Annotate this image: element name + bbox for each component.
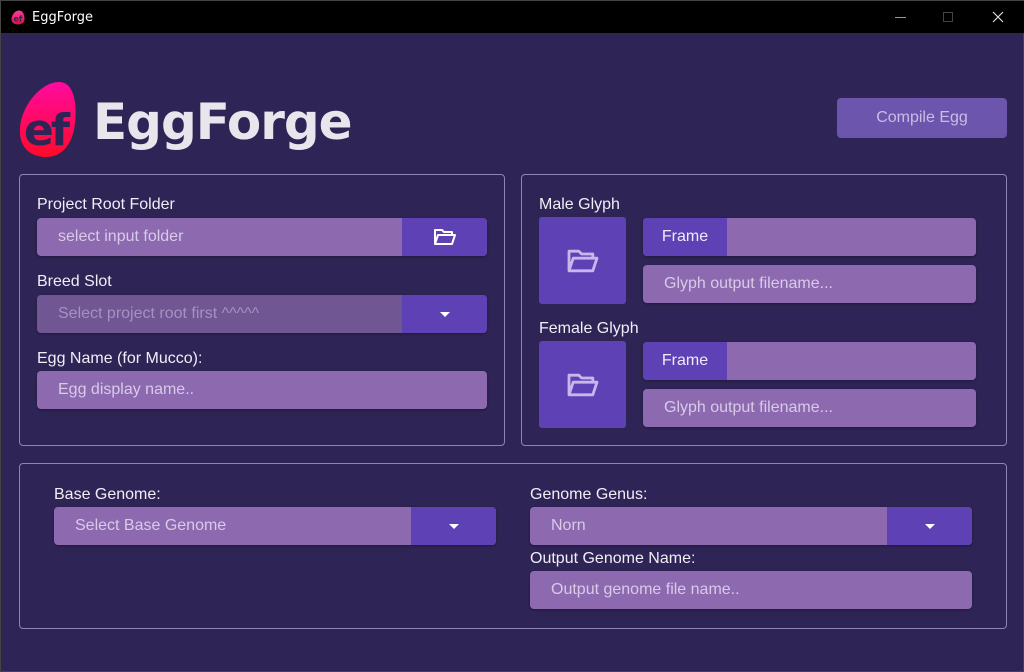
breed-slot-dropdown[interactable]: Select project root first ^^^^^ [37, 295, 487, 333]
app-logo: ef EggForge [19, 81, 353, 159]
male-glyph-output-input[interactable]: Glyph output filename... [643, 265, 976, 303]
female-glyph-browse-button[interactable] [539, 341, 626, 428]
minimize-icon [894, 16, 906, 18]
output-genome-name-placeholder: Output genome file name.. [551, 581, 740, 598]
male-frame-label: Frame [643, 218, 727, 256]
genome-genus-dropdown-button[interactable] [887, 507, 972, 545]
male-glyph-label: Male Glyph [539, 196, 620, 213]
maximize-button[interactable] [925, 1, 971, 33]
maximize-icon [943, 12, 953, 22]
folder-open-icon [433, 229, 456, 245]
breed-slot-value: Select project root first ^^^^^ [58, 305, 260, 322]
breed-slot-label: Breed Slot [37, 273, 112, 290]
female-frame-input[interactable]: Frame [643, 342, 976, 380]
egg-name-input[interactable]: Egg display name.. [37, 371, 487, 409]
compile-egg-button[interactable]: Compile Egg [837, 98, 1007, 138]
svg-text:ef: ef [14, 15, 23, 24]
genome-genus-value: Norn [551, 517, 586, 534]
female-glyph-output-placeholder: Glyph output filename... [664, 399, 833, 416]
caret-down-icon [448, 523, 459, 529]
folder-open-icon [567, 249, 598, 272]
window-title: EggForge [32, 10, 94, 25]
project-panel: Project Root Folder select input folder … [19, 174, 505, 446]
female-glyph-label: Female Glyph [539, 320, 639, 337]
female-glyph-output-input[interactable]: Glyph output filename... [643, 389, 976, 427]
minimize-button[interactable] [877, 1, 923, 33]
project-root-placeholder: select input folder [58, 228, 184, 245]
folder-open-icon [567, 373, 598, 396]
egg-name-label: Egg Name (for Mucco): [37, 350, 203, 367]
glyph-panel: Male Glyph Frame Glyph output filename..… [521, 174, 1007, 446]
title-bar: ef EggForge [1, 1, 1024, 33]
project-root-field[interactable]: select input folder [37, 218, 487, 256]
output-genome-name-label: Output Genome Name: [530, 550, 696, 567]
genome-genus-dropdown[interactable]: Norn [530, 507, 972, 545]
svg-text:ef: ef [24, 105, 71, 156]
project-root-label: Project Root Folder [37, 196, 175, 213]
breed-slot-dropdown-button[interactable] [402, 295, 487, 333]
genome-panel: Base Genome: Select Base Genome Genome G… [19, 463, 1007, 629]
base-genome-dropdown-button[interactable] [411, 507, 496, 545]
app-window: ef EggForge ef EggForge Compile Egg Proj… [0, 0, 1024, 672]
base-genome-value: Select Base Genome [75, 517, 227, 534]
female-frame-label: Frame [643, 342, 727, 380]
genome-genus-label: Genome Genus: [530, 486, 648, 503]
caret-down-icon [439, 311, 450, 317]
egg-name-placeholder: Egg display name.. [58, 381, 195, 398]
base-genome-dropdown[interactable]: Select Base Genome [54, 507, 496, 545]
app-logo-icon: ef [11, 10, 25, 25]
male-glyph-browse-button[interactable] [539, 217, 626, 304]
output-genome-name-input[interactable]: Output genome file name.. [530, 571, 972, 609]
male-glyph-output-placeholder: Glyph output filename... [664, 275, 833, 292]
logo-text: EggForge [93, 93, 353, 151]
base-genome-label: Base Genome: [54, 486, 161, 503]
close-icon [992, 11, 1004, 23]
logo-egg-icon: ef [19, 82, 76, 157]
male-frame-input[interactable]: Frame [643, 218, 976, 256]
close-button[interactable] [975, 1, 1021, 33]
caret-down-icon [924, 523, 935, 529]
browse-project-root-button[interactable] [402, 218, 487, 256]
